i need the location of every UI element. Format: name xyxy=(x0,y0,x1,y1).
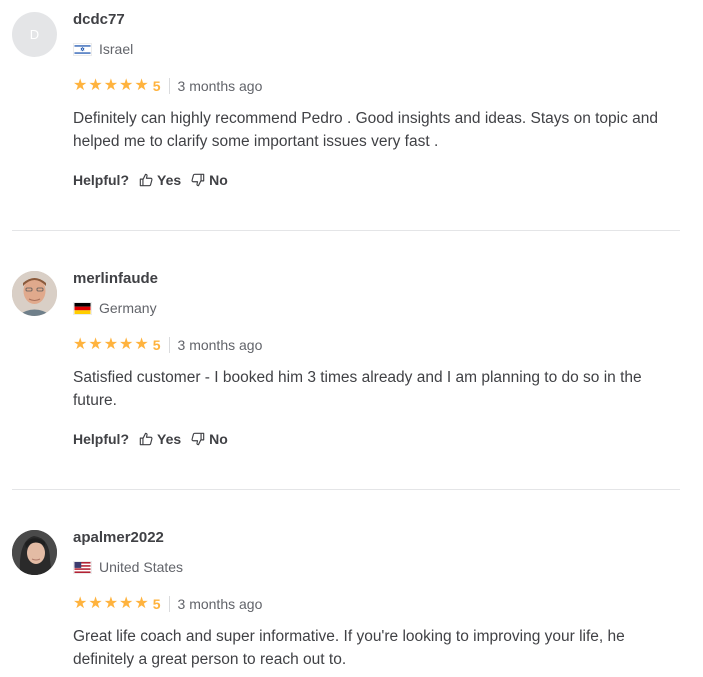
thumbs-up-icon xyxy=(139,432,153,446)
divider xyxy=(168,78,170,94)
helpful-no-label: No xyxy=(209,172,228,188)
star-icon: ★ xyxy=(88,595,103,612)
review-time: 3 months ago xyxy=(177,596,263,612)
review-text: Great life coach and super informative. … xyxy=(73,628,625,668)
reviewer-country: Germany xyxy=(73,300,157,316)
divider xyxy=(168,337,170,353)
review-divider xyxy=(12,489,680,490)
country-name: Israel xyxy=(99,41,134,57)
star-icon: ★ xyxy=(119,336,134,353)
country-name: United States xyxy=(99,559,184,575)
review-time: 3 months ago xyxy=(177,78,263,94)
helpful-no-button[interactable]: No xyxy=(191,172,228,188)
helpful-label: Helpful? xyxy=(73,431,129,447)
thumbs-up-icon xyxy=(139,173,153,187)
star-icon: ★ xyxy=(134,336,149,353)
israel-flag-icon xyxy=(73,42,92,56)
star-rating: ★ ★ ★ ★ ★ xyxy=(73,337,149,353)
star-rating: ★ ★ ★ ★ ★ xyxy=(73,596,149,612)
helpful-row: Helpful? Yes No xyxy=(73,431,228,447)
helpful-yes-button[interactable]: Yes xyxy=(139,431,181,447)
helpful-yes-label: Yes xyxy=(157,431,182,447)
reviewer-country: United States xyxy=(73,559,183,575)
rating-row: ★ ★ ★ ★ ★ 5 3 months ago xyxy=(73,337,262,353)
germany-flag-icon xyxy=(73,301,92,315)
avatar[interactable] xyxy=(12,271,57,316)
reviewer-username[interactable]: dcdc77 xyxy=(73,11,125,28)
star-icon: ★ xyxy=(134,595,149,612)
helpful-no-button[interactable]: No xyxy=(191,431,228,447)
reviewer-username[interactable]: merlinfaude xyxy=(73,270,158,287)
rating-value: 5 xyxy=(152,337,161,353)
star-icon: ★ xyxy=(119,595,134,612)
reviewer-photo xyxy=(12,271,57,316)
avatar-initial: D xyxy=(29,27,40,42)
star-icon: ★ xyxy=(103,336,119,353)
star-icon: ★ xyxy=(103,595,119,612)
reviewer-username[interactable]: apalmer2022 xyxy=(73,529,164,546)
star-icon: ★ xyxy=(73,336,88,353)
thumbs-down-icon xyxy=(191,173,205,187)
star-icon: ★ xyxy=(134,77,149,94)
helpful-no-label: No xyxy=(209,431,228,447)
star-icon: ★ xyxy=(73,77,88,94)
star-icon: ★ xyxy=(103,77,119,94)
review-time: 3 months ago xyxy=(177,337,263,353)
star-icon: ★ xyxy=(88,336,103,353)
star-rating: ★ ★ ★ ★ ★ xyxy=(73,78,149,94)
thumbs-down-icon xyxy=(191,432,205,446)
star-icon: ★ xyxy=(73,595,88,612)
review-divider xyxy=(12,230,680,231)
avatar[interactable] xyxy=(12,530,57,575)
helpful-yes-button[interactable]: Yes xyxy=(139,172,181,188)
avatar[interactable]: D xyxy=(12,12,57,57)
rating-row: ★ ★ ★ ★ ★ 5 3 months ago xyxy=(73,596,262,612)
rating-value: 5 xyxy=(152,78,161,94)
star-icon: ★ xyxy=(119,77,134,94)
reviewer-photo xyxy=(12,530,57,575)
rating-value: 5 xyxy=(152,596,161,612)
helpful-row: Helpful? Yes No xyxy=(73,172,228,188)
country-name: Germany xyxy=(99,300,157,316)
review-text: Satisfied customer - I booked him 3 time… xyxy=(73,369,642,409)
united-states-flag-icon xyxy=(73,560,92,574)
helpful-label: Helpful? xyxy=(73,172,129,188)
review-text: Definitely can highly recommend Pedro . … xyxy=(73,110,659,150)
rating-row: ★ ★ ★ ★ ★ 5 3 months ago xyxy=(73,78,262,94)
helpful-yes-label: Yes xyxy=(157,172,182,188)
reviewer-country: Israel xyxy=(73,41,133,57)
divider xyxy=(168,596,170,612)
star-icon: ★ xyxy=(88,77,103,94)
